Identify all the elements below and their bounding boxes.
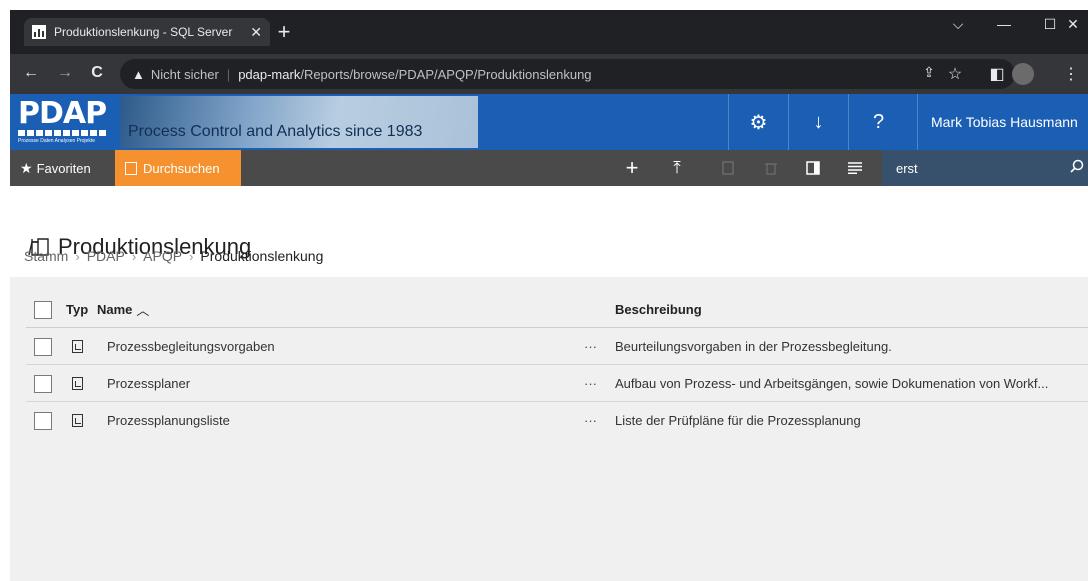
logo-text: PDAP (18, 96, 107, 131)
app-banner: PDAP Prozesse Daten Analysen Projekte Pr… (10, 94, 1088, 150)
breadcrumb-separator: › (75, 248, 80, 264)
delete-icon (756, 150, 786, 186)
item-name[interactable]: Prozessbegleitungsvorgaben (107, 328, 275, 364)
search-icon[interactable] (1070, 159, 1084, 177)
item-name[interactable]: Prozessplaner (107, 365, 190, 401)
address-divider: | (226, 66, 231, 82)
row-checkbox[interactable] (34, 412, 52, 430)
column-header-name[interactable]: Name ︿ (97, 291, 149, 327)
search-value: erst (896, 160, 918, 176)
upload-icon[interactable]: ⤒ (662, 150, 692, 186)
breadcrumb-separator: › (189, 248, 194, 264)
favorites-label: Favoriten (36, 160, 91, 176)
download-button[interactable]: ↓ (788, 94, 848, 150)
browser-tabstrip: Produktionslenkung - SQL Server ✕ + ⌵ — … (10, 10, 1088, 54)
item-menu-button[interactable]: ··· (584, 365, 597, 401)
share-icon[interactable]: ⇪ (918, 64, 940, 81)
table-row[interactable]: Prozessplanungsliste ··· Liste der Prüfp… (26, 402, 1088, 439)
browse-icon (125, 161, 137, 175)
breadcrumb-separator: › (131, 248, 137, 264)
security-label: Nicht sicher (150, 66, 219, 82)
download-icon: ↓ (813, 110, 824, 133)
banner-tagline: Process Control and Analytics since 1983 (128, 123, 423, 140)
browse-button[interactable]: Durchsuchen (115, 150, 241, 186)
list-view-icon[interactable] (840, 150, 870, 186)
column-header-name-label: Name (97, 301, 133, 317)
settings-button[interactable]: ⚙ (728, 94, 788, 150)
row-checkbox[interactable] (34, 338, 52, 356)
banner-image: Process Control and Analytics since 1983 (120, 96, 478, 148)
table-row[interactable]: Prozessplaner ··· Aufbau von Prozess- un… (26, 365, 1088, 402)
url-host: pdap-mark (238, 66, 301, 82)
breadcrumb-item[interactable]: PDAP (87, 248, 125, 264)
back-icon[interactable]: ← (20, 64, 42, 82)
column-header-description[interactable]: Beschreibung (615, 291, 702, 327)
breadcrumb-item[interactable]: APQP (143, 248, 182, 264)
sort-ascending-icon: ︿ (136, 302, 150, 318)
side-panel-icon[interactable]: ◧ (986, 64, 1008, 84)
report-icon (72, 413, 83, 427)
report-icon (72, 339, 83, 353)
help-button[interactable]: ? (848, 94, 908, 150)
browser-tab[interactable]: Produktionslenkung - SQL Server ✕ (24, 18, 270, 46)
bookmark-star-icon[interactable]: ☆ (944, 64, 966, 84)
breadcrumb-item[interactable]: Stamm (24, 248, 68, 264)
address-bar[interactable]: ▲ Nicht sicher | pdap-mark /Reports/brow… (120, 59, 1015, 89)
logo-subtitle: Prozesse Daten Analysen Projekte (18, 138, 95, 144)
item-description: Beurteilungsvorgaben in der Prozessbegle… (615, 338, 892, 354)
search-input[interactable]: erst (882, 150, 1088, 186)
breadcrumb-current: Produktionslenkung (200, 248, 324, 264)
breadcrumb: Stamm › PDAP › APQP › Produktionslenkung (24, 248, 323, 264)
pdap-logo[interactable]: PDAP Prozesse Daten Analysen Projekte (10, 94, 114, 150)
url-path: /Reports/browse/PDAP/APQP/Produktionslen… (300, 66, 592, 82)
report-icon (72, 376, 83, 390)
profile-avatar[interactable] (1012, 63, 1034, 85)
move-icon (713, 150, 743, 186)
column-header-type[interactable]: Typ (66, 291, 88, 327)
item-menu-button[interactable]: ··· (584, 328, 597, 364)
user-menu[interactable]: Mark Tobias Hausmann (917, 94, 1088, 150)
close-window-icon[interactable]: ✕ (1058, 10, 1088, 38)
reload-icon[interactable]: C (86, 64, 108, 82)
tab-search-icon[interactable]: ⌵ (935, 10, 981, 38)
new-tab-button[interactable]: + (272, 21, 296, 43)
logo-bar (18, 130, 106, 136)
browser-toolbar: ← → C ▲ Nicht sicher | pdap-mark /Report… (10, 54, 1088, 94)
tab-close-icon[interactable]: ✕ (250, 24, 262, 41)
new-icon[interactable]: + (617, 150, 647, 186)
table-row[interactable]: Prozessbegleitungsvorgaben ··· Beurteilu… (26, 328, 1088, 365)
browser-menu-icon[interactable]: ⋮ (1060, 64, 1082, 84)
gear-icon: ⚙ (749, 111, 768, 134)
content-area: Typ Name ︿ Beschreibung Prozessbegleitun… (10, 277, 1088, 581)
help-icon: ? (872, 110, 885, 133)
report-server-favicon (32, 25, 46, 39)
item-description: Aufbau von Prozess- und Arbeitsgängen, s… (615, 375, 1049, 391)
forward-icon[interactable]: → (54, 64, 76, 82)
details-pane-icon[interactable] (798, 150, 828, 186)
catalog-table: Typ Name ︿ Beschreibung Prozessbegleitun… (26, 291, 1088, 581)
item-name[interactable]: Prozessplanungsliste (107, 402, 230, 438)
row-checkbox[interactable] (34, 375, 52, 393)
item-menu-button[interactable]: ··· (584, 402, 597, 438)
warning-icon: ▲ (132, 66, 145, 82)
browse-label: Durchsuchen (143, 160, 220, 176)
item-description: Liste der Prüfpläne für die Prozessplanu… (615, 412, 861, 428)
page-header: Produktionslenkung Stamm › PDAP › APQP ›… (10, 186, 1088, 277)
command-bar: ★ Favoriten Durchsuchen + ⤒ erst (10, 150, 1088, 186)
star-icon: ★ (20, 159, 33, 176)
minimize-icon[interactable]: — (981, 10, 1027, 38)
table-header-row: Typ Name ︿ Beschreibung (26, 291, 1088, 328)
tab-title: Produktionslenkung - SQL Server (54, 25, 233, 39)
select-all-checkbox[interactable] (34, 301, 52, 319)
favorites-button[interactable]: ★ Favoriten (10, 150, 101, 186)
